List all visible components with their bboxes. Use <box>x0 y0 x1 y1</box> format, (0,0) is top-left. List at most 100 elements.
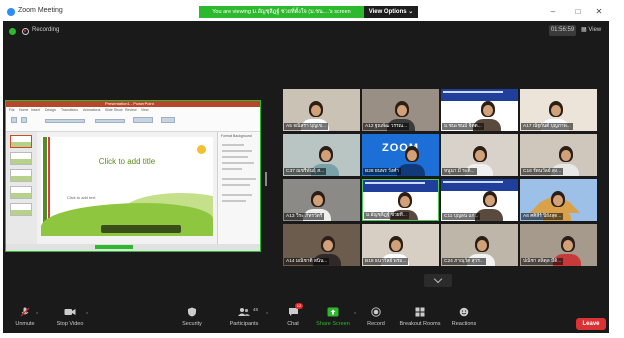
reactions-button[interactable]: Reactions <box>450 307 478 331</box>
reactions-label: Reactions <box>451 321 477 327</box>
participant-face <box>477 240 487 251</box>
participant-face <box>485 195 495 206</box>
pane-option <box>222 150 252 152</box>
viewing-screen-banner: You are viewing ม.อัญชุลีฎฐ์ ช่วยที่ตั้ง… <box>199 6 364 18</box>
participant-face <box>551 105 561 116</box>
stop-video-button[interactable]: Stop Video <box>53 307 87 331</box>
minimize-button[interactable]: – <box>546 6 560 18</box>
leave-button[interactable]: Leave <box>576 318 606 330</box>
slide-thumbnail <box>10 135 32 148</box>
maximize-button[interactable]: □ <box>571 6 585 18</box>
chat-badge: 12 <box>295 303 303 309</box>
slide-subtitle: Click to add text <box>67 195 96 200</box>
close-button[interactable]: ✕ <box>592 6 606 18</box>
ribbon-tab: Review <box>125 108 137 112</box>
participant-name-label: ม.ชนะชนม์ จิตต... <box>442 123 484 130</box>
share-screen-button[interactable]: Share Screen <box>314 307 352 331</box>
participant-video-tile[interactable]: A14 มณิชาติ สนิน... <box>283 224 360 266</box>
sun-icon <box>197 145 206 154</box>
ribbon-tab: View <box>141 108 149 112</box>
chat-button[interactable]: 12 Chat <box>281 303 305 331</box>
participant-face <box>553 195 563 206</box>
participant-name-label: C24 ภาณุวัต สุวร... <box>442 258 486 265</box>
participant-video-tile[interactable]: ม.ชนะชนม์ จิตต... <box>441 89 518 131</box>
participant-name-label: C16 รัตนวัลย์ สุง... <box>521 168 564 175</box>
paragraph-controls-icon <box>95 119 125 123</box>
slide-show-toolbar <box>101 225 181 233</box>
participants-icon <box>238 308 250 316</box>
pane-option <box>222 162 254 164</box>
participants-button[interactable]: 48 Participants <box>225 307 263 331</box>
ribbon-tab: File <box>9 108 15 112</box>
participant-video-tile[interactable]: C24 ภาณุวัต สุวร... <box>441 224 518 266</box>
participant-video-tile[interactable]: A13 วีระ ภัทรวัตรี <box>283 179 360 221</box>
paste-icon <box>11 117 17 123</box>
breakout-rooms-icon <box>415 307 425 317</box>
thumbnail-art <box>11 159 31 164</box>
format-pane-title: Format Background <box>221 134 252 138</box>
audio-options-caret[interactable]: ⌃ <box>35 312 39 318</box>
record-label: Record <box>367 321 385 327</box>
participant-video-tile[interactable]: A6 ศศิสีร์ ปิยังสุด... <box>520 179 597 221</box>
view-label: View <box>588 27 602 33</box>
participant-name-label: ปณิชา สลิตุล มีดิ... <box>521 258 564 265</box>
encryption-shield-icon[interactable] <box>9 28 16 35</box>
chat-label: Chat <box>287 321 299 327</box>
participant-video-tile[interactable]: ปณิชา สลิตุล มีดิ... <box>520 224 597 266</box>
participant-video-tile[interactable]: หนูนา มี ระติ... <box>441 134 518 176</box>
video-options-caret[interactable]: ⌃ <box>85 312 89 318</box>
view-options-button[interactable]: View Options ⌄ <box>364 6 418 18</box>
participant-name-label: B18 ธนาวัลย์ พรม... <box>363 258 409 265</box>
participant-video-tile[interactable]: A12 ฐณพัฒ วรรณ... <box>362 89 439 131</box>
participants-label: Participants <box>229 321 259 327</box>
share-screen-label: Share Screen <box>316 321 350 327</box>
pane-option <box>222 168 242 170</box>
unmute-button[interactable]: Unmute <box>11 307 39 331</box>
security-button[interactable]: Security <box>177 307 207 331</box>
splitter-handle[interactable] <box>265 172 267 186</box>
participant-face <box>400 196 410 207</box>
participant-video-tile[interactable]: ม.อัญชุลีฎฐ์ ช่วยที่... <box>362 179 439 221</box>
shapes-icon <box>133 117 153 123</box>
slide-header-band <box>363 180 438 192</box>
participant-name-label: C11 บุญลน แก่... <box>442 213 481 220</box>
ribbon-tab: Design <box>45 108 56 112</box>
security-label: Security <box>182 321 202 327</box>
font-controls-icon <box>45 119 85 123</box>
meeting-toolbar: Unmute ⌃ Stop Video ⌃ Security 48 Partic… <box>3 303 609 333</box>
participant-video-tile[interactable]: A17 ณัฐกันต์ บุญภาพ... <box>520 89 597 131</box>
thumbnail-art <box>11 210 31 215</box>
format-pane: Format Background <box>217 132 261 244</box>
participant-video-tile[interactable]: B18 ธนาวัลย์ พรม... <box>362 224 439 266</box>
arrange-icon <box>161 117 175 123</box>
share-options-caret[interactable]: ⌃ <box>353 312 357 318</box>
view-button[interactable]: ▦ View <box>581 26 601 33</box>
zoom-meeting-window: Zoom Meeting You are viewing ม.อัญชุลีฎฐ… <box>3 3 609 333</box>
participant-face <box>563 240 573 251</box>
participant-video-tile[interactable]: C16 รัตนวัลย์ สุง... <box>520 134 597 176</box>
slide-thumbnail <box>10 169 32 182</box>
record-button[interactable]: Record <box>364 307 388 331</box>
shared-screen[interactable]: Presentation1 - PowerPoint File Home Ins… <box>5 100 261 252</box>
new-slide-icon <box>21 117 27 123</box>
powerpoint-ribbon: File Home Insert Design Transitions Anim… <box>5 107 261 132</box>
participant-video-tile[interactable]: C11 บุญลน แก่... <box>441 179 518 221</box>
participant-video-tile[interactable]: ZOOM B28 ยนพร วังคำ <box>362 134 439 176</box>
participant-name-label: A13 วีระ ภัทรวัตรี <box>284 213 325 220</box>
breakout-rooms-button[interactable]: Breakout Rooms <box>397 307 443 331</box>
participant-video-tile[interactable]: C37 ณชรีพันธุ์ ส... <box>283 134 360 176</box>
slide-title: Click to add title <box>98 157 156 166</box>
participant-name-label: C37 ณชรีพันธุ์ ส... <box>284 168 327 175</box>
slide-thumbnail <box>10 186 32 199</box>
ribbon-tab: Transitions <box>61 108 78 112</box>
participants-options-caret[interactable]: ⌃ <box>265 312 269 318</box>
record-icon <box>371 307 381 317</box>
thumbnail-art <box>11 142 31 147</box>
participant-face <box>323 240 333 251</box>
gallery-next-page-button[interactable] <box>424 274 452 287</box>
participant-face <box>483 105 493 116</box>
participant-video-tile[interactable]: A5 จณิสรา บุญเข... <box>283 89 360 131</box>
zoom-logo-icon <box>7 8 15 16</box>
slide-thumbnails <box>5 132 37 244</box>
participant-name-label: B28 ยนพร วังคำ <box>363 168 401 175</box>
